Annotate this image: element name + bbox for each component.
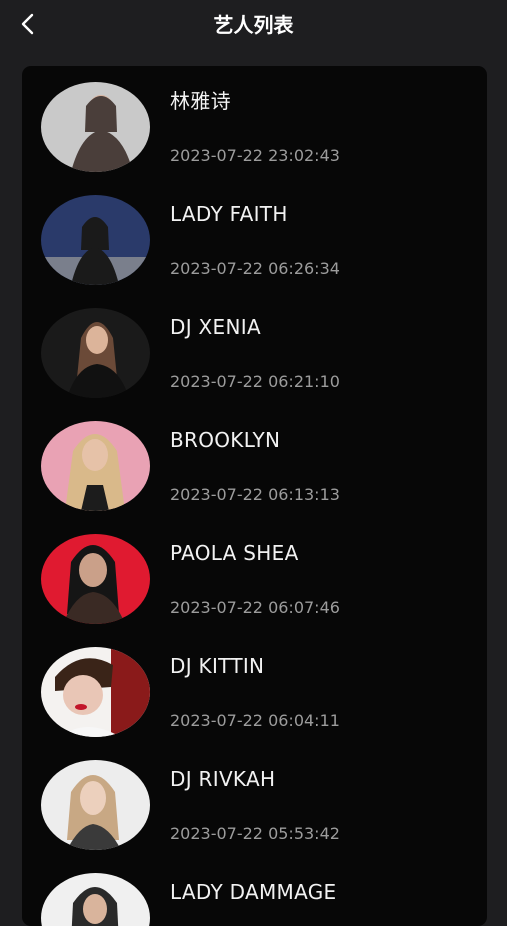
artist-item[interactable]: LADY FAITH 2023-07-22 06:26:34 [22, 179, 487, 292]
avatar [41, 82, 150, 172]
avatar [41, 308, 150, 398]
artist-timestamp: 2023-07-22 06:07:46 [170, 598, 340, 617]
artist-name: LADY DAMMAGE [170, 880, 337, 904]
artist-name: BROOKLYN [170, 428, 281, 452]
avatar [41, 421, 150, 511]
artist-timestamp: 2023-07-22 06:13:13 [170, 485, 340, 504]
artist-name: PAOLA SHEA [170, 541, 299, 565]
page-title: 艺人列表 [213, 13, 294, 37]
avatar [41, 647, 150, 737]
artist-item[interactable]: DJ XENIA 2023-07-22 06:21:10 [22, 292, 487, 405]
artist-timestamp: 2023-07-22 06:04:11 [170, 711, 340, 730]
artist-timestamp: 2023-07-22 23:02:43 [170, 146, 340, 165]
artist-name: DJ XENIA [170, 315, 261, 339]
artist-timestamp: 2023-07-22 06:26:34 [170, 259, 340, 278]
top-bar: 艺人列表 [0, 0, 507, 50]
avatar [41, 195, 150, 285]
artist-name: DJ KITTIN [170, 654, 265, 678]
artist-list: 林雅诗 2023-07-22 23:02:43 LADY FAITH 2023-… [22, 66, 487, 926]
artist-item[interactable]: 林雅诗 2023-07-22 23:02:43 [22, 66, 487, 179]
artist-item[interactable]: DJ RIVKAH 2023-07-22 05:53:42 [22, 744, 487, 857]
artist-item[interactable]: LADY DAMMAGE [22, 857, 487, 926]
artist-name: 林雅诗 [170, 89, 231, 113]
artist-timestamp: 2023-07-22 06:21:10 [170, 372, 340, 391]
artist-name: LADY FAITH [170, 202, 288, 226]
artist-item[interactable]: PAOLA SHEA 2023-07-22 06:07:46 [22, 518, 487, 631]
artist-timestamp: 2023-07-22 05:53:42 [170, 824, 340, 843]
avatar [41, 534, 150, 624]
artist-item[interactable]: DJ KITTIN 2023-07-22 06:04:11 [22, 631, 487, 744]
artist-item[interactable]: BROOKLYN 2023-07-22 06:13:13 [22, 405, 487, 518]
avatar [41, 760, 150, 850]
artist-name: DJ RIVKAH [170, 767, 276, 791]
